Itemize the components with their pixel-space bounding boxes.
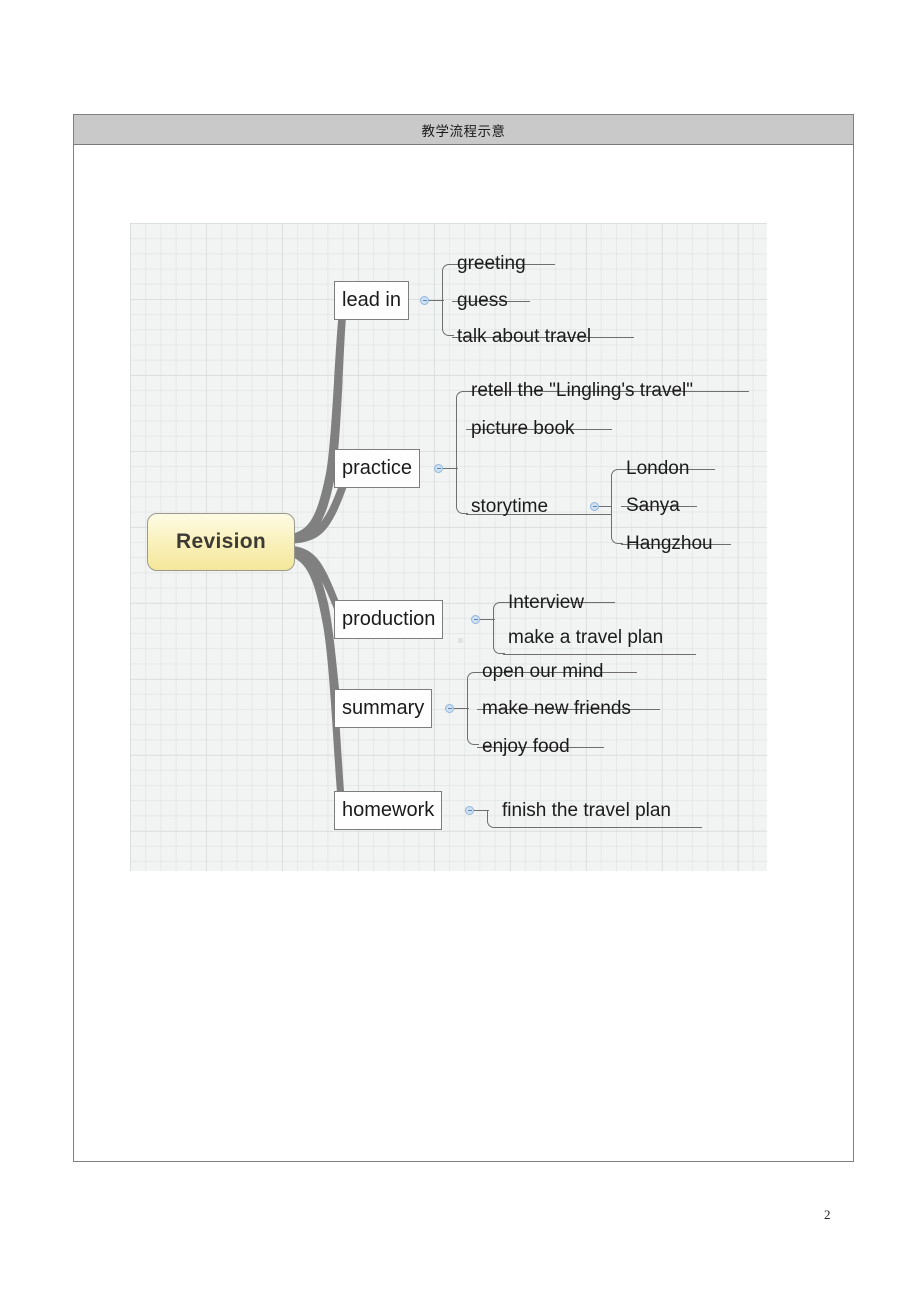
mindmap-root-node[interactable]: Revision	[147, 513, 295, 571]
leaf-label-sanya: Sanya	[626, 494, 680, 516]
branch-label-lead-in: lead in	[342, 289, 401, 311]
connector-stub-practice-spine	[447, 468, 458, 469]
leaf-node-london[interactable]: London	[621, 451, 693, 485]
leaf-label-finish-the-travel-plan: finish the travel plan	[502, 799, 671, 821]
leaf-label-retell-linglings-travel: retell the "Lingling's travel"	[471, 379, 694, 401]
table-body-cell: Revision lead in greeting guess talk abo…	[74, 145, 853, 1161]
collapse-toggle-icon-production[interactable]	[471, 615, 480, 624]
connector-stub-production-spine	[484, 619, 495, 620]
leaf-label-interview: Interview	[508, 591, 585, 613]
leaf-node-interview[interactable]: Interview	[503, 585, 588, 619]
leaf-node-talk-about-travel[interactable]: talk about travel	[452, 319, 595, 353]
leaf-node-open-our-mind[interactable]: open our mind	[477, 654, 607, 688]
connector-stub-storytime	[599, 506, 611, 507]
leaf-node-enjoy-food[interactable]: enjoy food	[477, 729, 574, 763]
leaf-node-finish-the-travel-plan[interactable]: finish the travel plan	[497, 793, 675, 827]
collapse-toggle-icon-storytime[interactable]	[590, 502, 599, 511]
page-number: 2	[824, 1207, 831, 1222]
leaf-label-make-a-travel-plan: make a travel plan	[508, 626, 664, 648]
leaf-label-talk-about-travel: talk about travel	[457, 325, 592, 347]
leaf-label-greeting: greeting	[457, 252, 526, 274]
leaf-node-retell-linglings-travel[interactable]: retell the "Lingling's travel"	[466, 373, 697, 407]
connector-stub-lead-in-spine	[433, 300, 444, 301]
leaf-node-sanya[interactable]: Sanya	[621, 488, 684, 522]
mindmap-root-label: Revision	[176, 530, 266, 553]
leaf-label-storytime: storytime	[471, 495, 549, 517]
leaf-node-greeting[interactable]: greeting	[452, 246, 530, 280]
leaf-underline-finish-the-travel-plan	[497, 827, 702, 828]
leaf-node-make-a-travel-plan[interactable]: make a travel plan	[503, 620, 667, 654]
connector-stub-homework-spine	[478, 810, 489, 811]
leaf-label-hangzhou: Hangzhou	[626, 532, 713, 554]
leaf-label-london: London	[626, 457, 690, 479]
branch-node-practice[interactable]: practice	[334, 449, 421, 488]
branch-node-homework[interactable]: homework	[334, 791, 443, 830]
branch-node-summary[interactable]: summary	[334, 689, 433, 728]
table-header-row: 教学流程示意	[74, 115, 853, 145]
collapse-toggle-icon-practice[interactable]	[434, 464, 443, 473]
leaf-node-storytime[interactable]: storytime	[466, 489, 552, 523]
branch-label-homework: homework	[342, 799, 435, 821]
branch-label-summary: summary	[342, 697, 425, 719]
leaf-label-make-new-friends: make new friends	[482, 697, 631, 719]
collapse-toggle-icon-homework[interactable]	[465, 806, 474, 815]
branch-label-practice: practice	[342, 457, 413, 479]
collapse-toggle-icon-summary[interactable]	[445, 704, 454, 713]
table-header-title: 教学流程示意	[421, 123, 506, 140]
branch-node-production[interactable]: production	[334, 600, 444, 639]
leaf-node-picture-book[interactable]: picture book	[466, 411, 579, 445]
teaching-flow-table: 教学流程示意 Revision lead in greeting guess t…	[73, 114, 854, 1162]
leaf-label-enjoy-food: enjoy food	[482, 735, 570, 757]
branch-label-production: production	[342, 608, 436, 630]
connector-stub-summary-spine	[458, 708, 469, 709]
branch-node-lead-in[interactable]: lead in	[334, 281, 409, 320]
leaf-label-guess: guess	[457, 289, 508, 311]
leaf-label-picture-book: picture book	[471, 417, 575, 439]
mindmap-canvas[interactable]: Revision lead in greeting guess talk abo…	[130, 223, 767, 871]
canvas-marker-dot	[458, 638, 463, 643]
leaf-label-open-our-mind: open our mind	[482, 660, 604, 682]
leaf-node-make-new-friends[interactable]: make new friends	[477, 691, 635, 725]
leaf-node-guess[interactable]: guess	[452, 283, 512, 317]
collapse-toggle-icon-lead-in[interactable]	[420, 296, 429, 305]
leaf-node-hangzhou[interactable]: Hangzhou	[621, 526, 717, 560]
